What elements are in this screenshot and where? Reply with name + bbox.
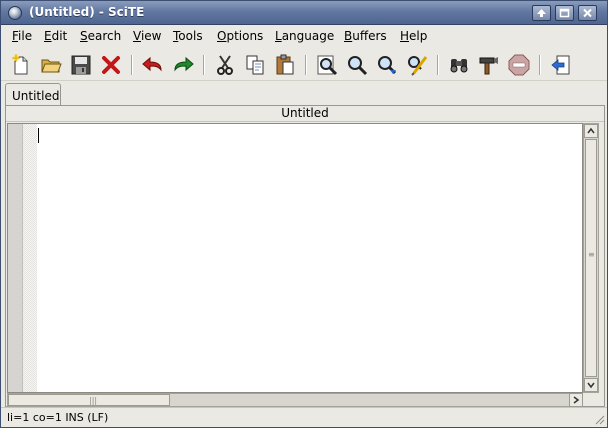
toolbar [1,49,607,81]
find-next-icon [348,56,368,76]
menu-tools-label: ools [178,29,203,43]
menu-search-label: earch [87,29,122,43]
menu-edit-mnemonic: E [44,29,52,43]
find-next-button[interactable] [344,52,370,78]
new-file-button[interactable] [8,52,34,78]
menu-view[interactable]: View [133,29,161,46]
menu-file[interactable]: File [12,29,32,46]
resize-grip-icon[interactable] [593,413,605,425]
menu-buffers[interactable]: Buffers [344,29,387,46]
new-file-icon [12,54,28,75]
toolbar-separator [131,55,133,75]
close-file-button[interactable] [98,52,124,78]
menu-edit[interactable]: Edit [44,29,67,46]
menu-bar: File Edit Search View Tools Options Lang… [1,25,607,48]
save-button[interactable] [68,52,94,78]
menu-search-mnemonic: S [80,29,88,43]
cut-icon [217,55,233,75]
menu-help-mnemonic: H [400,29,410,43]
jump-button[interactable] [446,52,472,78]
toolbar-separator [437,55,439,75]
toolbar-separator [305,55,307,75]
replace-icon [408,56,428,76]
save-icon [71,55,91,75]
menu-language-mnemonic: L [275,29,282,43]
menu-edit-label: dit [51,29,68,43]
scroll-grip-icon: ||| [89,396,98,405]
find-in-files-icon [378,56,397,75]
scroll-right-button[interactable] [569,393,583,407]
previous-buffer-button[interactable] [548,52,574,78]
menu-search[interactable]: Search [80,29,121,46]
undo-icon [142,56,162,72]
scroll-grip-icon: ≡ [588,250,595,259]
find-in-files-button[interactable] [374,52,400,78]
document-header: Untitled [6,106,604,122]
binoculars-icon [450,59,468,73]
vertical-scrollbar[interactable]: ≡ [583,123,599,393]
copy-icon [246,55,264,75]
open-button[interactable] [38,52,64,78]
scite-app-icon[interactable] [8,6,22,20]
menu-language-label: anguage [281,29,335,43]
paste-button[interactable] [272,52,298,78]
paste-icon [276,54,294,75]
menu-view-mnemonic: V [133,29,141,43]
vertical-scroll-thumb[interactable]: ≡ [585,139,597,377]
menu-options-label: ptions [226,29,264,43]
previous-buffer-icon [551,55,570,75]
undo-button[interactable] [140,52,166,78]
fold-margin[interactable] [23,124,37,392]
cut-button[interactable] [212,52,238,78]
stop-button[interactable] [506,52,532,78]
menu-tools[interactable]: Tools [173,29,203,46]
chevron-up-icon [587,127,595,134]
redo-icon [174,56,194,72]
open-folder-icon [41,59,62,73]
document-frame: Untitled ≡ ||| [5,105,605,407]
redo-button[interactable] [170,52,196,78]
window-title: (Untitled) - SciTE [29,5,145,19]
close-icon[interactable] [578,5,597,21]
horizontal-scrollbar[interactable]: ||| [7,393,583,407]
status-bar: li=1 co=1 INS (LF) [1,407,607,427]
copy-button[interactable] [242,52,268,78]
chevron-right-icon [573,396,580,404]
chevron-down-icon [587,382,595,389]
stop-icon [508,54,530,76]
text-caret [38,128,39,143]
line-number-margin[interactable] [8,124,23,392]
menu-buffers-mnemonic: B [344,29,353,43]
menu-view-label: iew [140,29,162,43]
menu-options[interactable]: Options [217,29,263,46]
find-button[interactable] [314,52,340,78]
maximize-arrow-icon[interactable] [532,5,551,21]
horizontal-scroll-thumb[interactable]: ||| [8,394,170,406]
tab-bar: Untitled [1,81,607,107]
replace-button[interactable] [404,52,430,78]
build-button[interactable] [476,52,502,78]
menu-file-label: ile [18,29,33,43]
menu-help-label: elp [409,29,428,43]
menu-language[interactable]: Language [275,29,334,46]
menu-buffers-label: uffers [352,29,387,43]
title-bar[interactable]: (Untitled) - SciTE [1,1,607,25]
build-icon [479,57,498,75]
restore-icon[interactable] [555,5,574,21]
status-text: li=1 co=1 INS (LF) [7,411,109,424]
toolbar-separator [539,55,541,75]
tab-untitled[interactable]: Untitled [5,83,61,107]
scroll-down-button[interactable] [584,378,598,392]
editor-area[interactable] [7,123,583,393]
toolbar-separator [203,55,205,75]
close-file-icon [102,56,120,74]
menu-help[interactable]: Help [400,29,427,46]
scite-window: (Untitled) - SciTE File Edit Search View… [0,0,608,428]
tab-label: Untitled [12,89,60,103]
scroll-up-button[interactable] [584,124,598,138]
find-icon [317,55,338,76]
